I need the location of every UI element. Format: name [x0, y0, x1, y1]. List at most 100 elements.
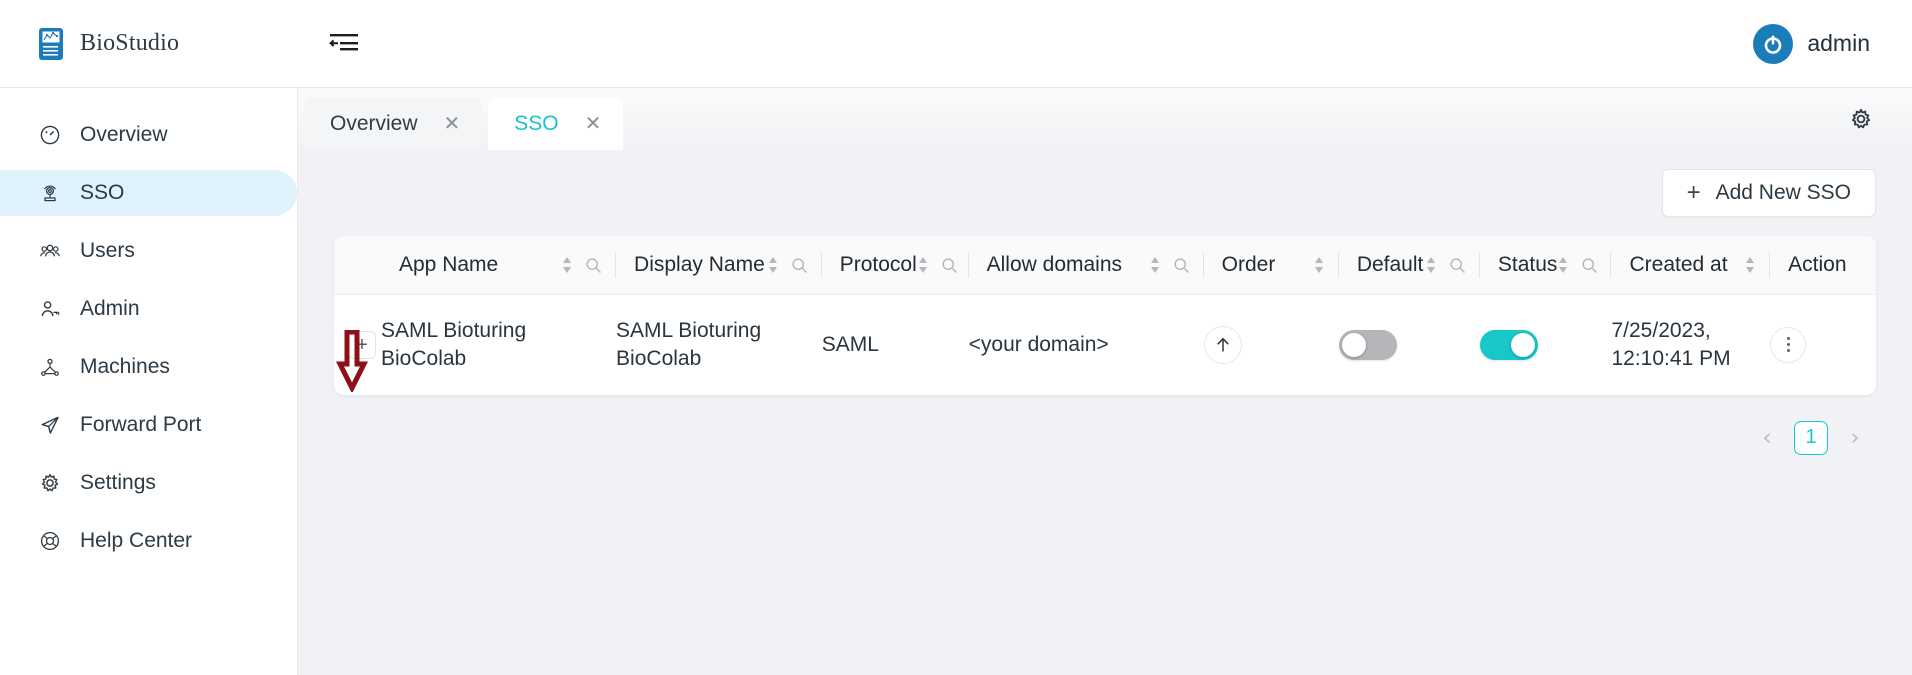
gauge-icon [38, 123, 62, 147]
th-order[interactable]: Order [1203, 236, 1339, 296]
tab-sso[interactable]: SSO ✕ [488, 98, 624, 150]
user-key-icon [38, 297, 62, 321]
sidebar-item-label: Admin [80, 297, 140, 320]
sort-icon[interactable] [767, 255, 779, 275]
close-icon[interactable]: ✕ [444, 114, 461, 134]
th-expand [334, 236, 381, 296]
cell-allow-domains: <your domain> [968, 333, 1109, 357]
th-label: Action [1788, 253, 1847, 276]
sidebar-item-settings[interactable]: Settings [0, 460, 297, 506]
sort-icon[interactable] [1557, 255, 1569, 275]
th-allow-domains[interactable]: Allow domains [968, 236, 1204, 296]
table-header-row: App Name Display Name Protocol Allow dom… [334, 236, 1876, 296]
users-icon [38, 239, 62, 263]
th-status[interactable]: Status [1479, 236, 1612, 296]
tab-label: Overview [330, 112, 418, 135]
sidebar-item-machines[interactable]: Machines [0, 344, 297, 390]
th-label: Default [1356, 253, 1424, 276]
sort-icon[interactable] [1425, 255, 1437, 275]
sidebar-item-users[interactable]: Users [0, 228, 297, 274]
th-label: Order [1221, 253, 1276, 276]
kebab-menu-icon[interactable] [1770, 326, 1807, 363]
cell-created-at: 7/25/2023, 12:10:41 PM [1611, 319, 1731, 370]
sso-table: App Name Display Name Protocol Allow dom… [334, 236, 1876, 395]
user-menu[interactable]: admin [1753, 23, 1912, 64]
sidebar-item-admin[interactable]: Admin [0, 286, 297, 332]
sort-icon[interactable] [1149, 255, 1161, 275]
tab-bar: Overview ✕ SSO ✕ [298, 88, 1912, 150]
brand-name: BioStudio [80, 30, 180, 56]
th-display-name[interactable]: Display Name [616, 236, 822, 296]
th-label: Allow domains [986, 253, 1123, 276]
sidebar-item-overview[interactable]: Overview [0, 112, 297, 158]
th-default[interactable]: Default [1338, 236, 1480, 296]
add-new-sso-button[interactable]: + Add New SSO [1661, 169, 1876, 217]
main-area: Overview ✕ SSO ✕ + Add New SSO App Name … [298, 88, 1912, 675]
sidebar-item-sso[interactable]: SSO [0, 170, 297, 216]
sidebar-item-label: Overview [80, 123, 168, 146]
arrow-up-icon[interactable] [1203, 325, 1242, 364]
tab-label: SSO [514, 112, 559, 135]
th-created-at[interactable]: Created at [1611, 236, 1771, 296]
lifebuoy-icon [38, 529, 62, 553]
sort-icon[interactable] [1744, 255, 1756, 275]
biostudio-logo-icon [39, 27, 63, 60]
sidebar-item-forward-port[interactable]: Forward Port [0, 402, 297, 448]
th-action: Action [1770, 236, 1876, 296]
status-toggle[interactable] [1479, 329, 1538, 360]
th-label: App Name [399, 253, 499, 276]
power-avatar-icon [1753, 23, 1794, 64]
pagination-prev[interactable]: ‹ [1752, 423, 1782, 453]
cell-display-name: SAML Bioturing BioColab [616, 319, 762, 370]
th-protocol[interactable]: Protocol [821, 236, 969, 296]
th-label: Display Name [634, 253, 765, 276]
cell-status [1479, 295, 1612, 395]
plus-icon: + [1686, 179, 1701, 206]
sidebar-item-help-center[interactable]: Help Center [0, 518, 297, 564]
search-icon[interactable] [941, 257, 958, 274]
pagination: ‹ 1 › [334, 395, 1876, 455]
cell-order [1203, 295, 1339, 395]
search-icon[interactable] [1581, 257, 1598, 274]
sort-icon[interactable] [1313, 255, 1325, 275]
cell-app-name: SAML Bioturing BioColab [381, 319, 527, 370]
pagination-page-1[interactable]: 1 [1794, 420, 1828, 455]
default-toggle[interactable] [1338, 329, 1397, 360]
sidebar-item-label: Users [80, 239, 135, 262]
gear-icon[interactable] [1846, 104, 1876, 134]
search-icon[interactable] [791, 257, 808, 274]
brand[interactable]: BioStudio [0, 27, 298, 61]
cell-expand: + [334, 295, 381, 395]
collapse-sidebar-icon[interactable] [322, 24, 366, 64]
th-app-name[interactable]: App Name [381, 236, 617, 296]
cell-default [1338, 295, 1480, 395]
user-name: admin [1807, 30, 1870, 56]
search-icon[interactable] [585, 257, 602, 274]
search-icon[interactable] [1449, 257, 1466, 274]
cell-protocol: SAML [821, 333, 879, 357]
sort-icon[interactable] [917, 255, 929, 275]
tab-overview[interactable]: Overview ✕ [304, 98, 483, 150]
th-label: Status [1497, 253, 1558, 276]
sidebar-item-label: Help Center [80, 529, 193, 552]
close-icon[interactable]: ✕ [585, 114, 602, 134]
sidebar-item-label: SSO [80, 181, 125, 204]
th-label: Created at [1629, 253, 1728, 276]
sso-table-card: App Name Display Name Protocol Allow dom… [334, 236, 1876, 395]
gear-icon [38, 471, 62, 495]
search-icon[interactable] [1173, 257, 1190, 274]
sidebar-item-label: Settings [80, 471, 156, 494]
sort-icon[interactable] [561, 255, 573, 275]
top-bar: BioStudio admin [0, 0, 1912, 88]
sidebar-item-label: Forward Port [80, 413, 202, 436]
machines-icon [38, 355, 62, 379]
content-area: + Add New SSO App Name Display Name Prot… [298, 150, 1912, 675]
app-root: BioStudio admin Overview SSO Users Admin… [0, 0, 1912, 675]
pagination-next[interactable]: › [1840, 423, 1870, 453]
sidebar: Overview SSO Users Admin Machines Forwar… [0, 88, 298, 675]
sidebar-item-label: Machines [80, 355, 170, 378]
th-label: Protocol [839, 253, 917, 276]
expand-row-button[interactable]: + [348, 330, 376, 359]
send-icon [38, 413, 62, 437]
table-row: + SAML Bioturing BioColab SAML Bioturing… [334, 295, 1876, 395]
